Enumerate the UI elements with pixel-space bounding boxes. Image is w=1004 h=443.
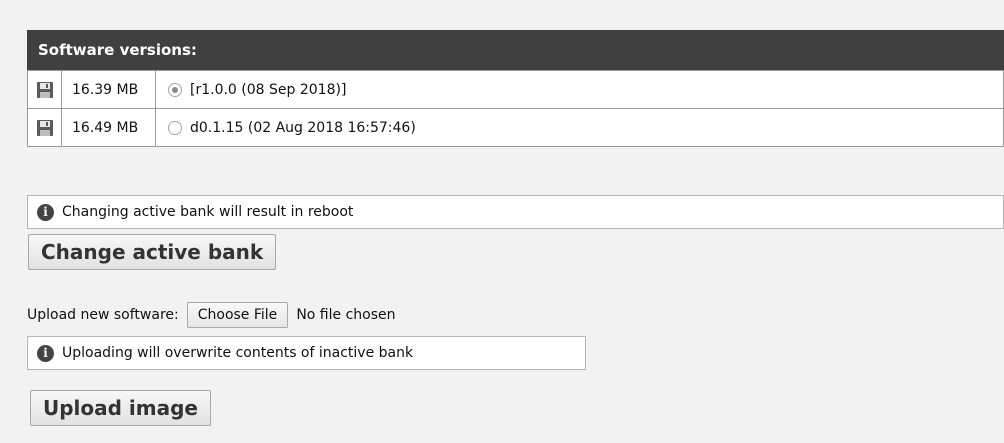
- download-cell[interactable]: [27, 70, 62, 109]
- info-icon: i: [37, 203, 54, 221]
- upload-label: Upload new software:: [27, 307, 179, 323]
- info-icon: i: [37, 344, 54, 362]
- version-radio[interactable]: [168, 120, 182, 135]
- version-option[interactable]: [r1.0.0 (08 Sep 2018)]: [155, 70, 1004, 109]
- upload-row: Upload new software: Choose File No file c…: [27, 302, 396, 328]
- version-option[interactable]: d0.1.15 (02 Aug 2018 16:57:46): [155, 108, 1004, 147]
- reboot-notice-text: Changing active bank will result in rebo…: [62, 204, 354, 220]
- reboot-notice: i Changing active bank will result in reb…: [27, 195, 1004, 229]
- upload-image-button[interactable]: Upload image: [30, 390, 211, 426]
- panel-title: Software versions:: [27, 30, 1004, 70]
- version-size: 16.49 MB: [61, 108, 156, 147]
- change-active-bank-button[interactable]: Change active bank: [28, 234, 277, 270]
- file-status: No file chosen: [296, 307, 396, 323]
- download-cell[interactable]: [27, 108, 62, 147]
- version-row: 16.49 MB d0.1.15 (02 Aug 2018 16:57:46): [27, 108, 1004, 147]
- version-label: [r1.0.0 (08 Sep 2018)]: [190, 81, 347, 98]
- versions-table: 16.39 MB [r1.0.0 (08 Sep 2018)] 16.49 MB…: [27, 70, 1004, 147]
- version-label: d0.1.15 (02 Aug 2018 16:57:46): [190, 119, 416, 136]
- version-row: 16.39 MB [r1.0.0 (08 Sep 2018)]: [27, 70, 1004, 109]
- save-icon[interactable]: [36, 119, 54, 137]
- overwrite-notice-text: Uploading will overwrite contents of ina…: [62, 345, 414, 361]
- version-size: 16.39 MB: [61, 70, 156, 109]
- overwrite-notice: i Uploading will overwrite contents of in…: [27, 336, 586, 370]
- software-versions-panel: Software versions: 16.39 MB [r1.0.0 (08 …: [27, 30, 1004, 147]
- choose-file-button[interactable]: Choose File: [186, 302, 289, 328]
- save-icon[interactable]: [36, 81, 54, 99]
- version-radio[interactable]: [168, 82, 182, 97]
